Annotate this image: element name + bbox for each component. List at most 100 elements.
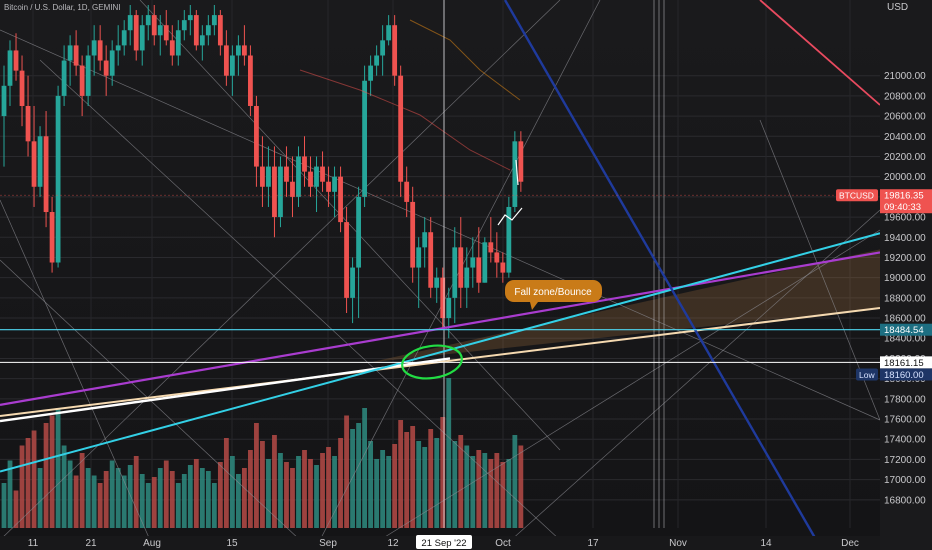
x-tick-label: Oct <box>495 538 511 549</box>
volume-bar <box>350 429 355 528</box>
volume-bar <box>338 438 343 528</box>
candle-body <box>404 181 410 202</box>
volume-bar <box>272 435 277 528</box>
candle-body <box>488 242 494 253</box>
volume-bar <box>398 420 404 528</box>
candle-body <box>31 141 37 187</box>
price-chart[interactable]: Fall zone/Bounce 16800.00 17000.00 17200.00… <box>0 0 932 550</box>
volume-bar <box>434 438 440 528</box>
candle-body <box>109 50 115 76</box>
currency-label: USD <box>887 2 908 13</box>
volume-bar <box>308 459 313 528</box>
candle-body <box>248 55 253 106</box>
volume-bar <box>512 435 518 528</box>
candle-body <box>410 201 416 268</box>
volume-bar <box>380 450 386 528</box>
x-tick-label: 12 <box>387 538 399 549</box>
x-tick-label: Nov <box>669 538 687 549</box>
volume-bar <box>458 435 464 528</box>
volume-bar <box>296 456 301 528</box>
volume-bar <box>199 468 205 528</box>
volume-bar <box>284 462 289 528</box>
candle-body <box>428 232 434 288</box>
candle-body <box>169 40 175 56</box>
candle-body <box>55 95 61 263</box>
candle-body <box>362 80 367 197</box>
candle-body <box>175 30 181 56</box>
candle-body <box>314 166 319 187</box>
y-tick-label: 16800.00 <box>884 495 926 506</box>
volume-bar <box>91 475 97 528</box>
candle-body <box>19 70 25 106</box>
volume-bar <box>320 453 325 528</box>
volume-bar <box>506 459 512 528</box>
volume-bar <box>278 453 283 528</box>
candle-body <box>302 156 307 172</box>
candle-body <box>211 15 217 26</box>
volume-bar <box>13 490 19 528</box>
candle-body <box>103 60 109 76</box>
volume-bar <box>139 474 145 528</box>
y-tick-label: 18800.00 <box>884 293 926 304</box>
x-tick-label: 21 Sep '22 <box>421 538 466 549</box>
x-tick-label: Sep <box>319 538 337 549</box>
volume-bar <box>332 456 337 528</box>
y-tick-label: 20200.00 <box>884 152 926 163</box>
chart-root[interactable]: Fall zone/Bounce 16800.00 17000.00 17200.00… <box>0 0 932 550</box>
volume-bar <box>464 445 470 528</box>
volume-bar <box>97 483 103 528</box>
volume-bar <box>31 430 37 528</box>
volume-bar <box>404 432 410 528</box>
candle-body <box>320 166 325 182</box>
volume-bar <box>362 408 367 528</box>
candle-body <box>332 176 337 192</box>
volume-bar <box>422 447 428 528</box>
candle-body <box>494 252 500 263</box>
candle-body <box>260 166 265 187</box>
candle-body <box>85 55 91 96</box>
volume-bar <box>121 475 127 528</box>
volume-bar <box>115 468 121 528</box>
candle-body <box>278 166 283 218</box>
candle-body <box>284 166 289 182</box>
candle-countdown: 09:40:33 <box>884 202 921 213</box>
candle-body <box>374 55 380 66</box>
low-price-value: 18160.00 <box>884 370 924 381</box>
trendline-purple <box>0 251 881 406</box>
y-tick-label: 19400.00 <box>884 233 926 244</box>
candle-body <box>290 181 295 197</box>
candle-body <box>7 50 13 86</box>
volume-bar <box>266 459 271 528</box>
candle-body <box>127 15 133 31</box>
x-tick-label: Aug <box>143 538 161 549</box>
candle-body <box>476 257 482 283</box>
candle-body <box>470 257 476 268</box>
volume-bar <box>392 444 398 528</box>
candle-body <box>266 166 271 187</box>
current-price-value: 19816.35 <box>884 191 924 202</box>
volume-bar <box>482 453 488 528</box>
cyan-price-value: 18484.54 <box>884 325 924 336</box>
y-tick-label: 21000.00 <box>884 71 926 82</box>
candle-body <box>217 15 223 46</box>
y-tick-label: 19600.00 <box>884 213 926 224</box>
volume-bar <box>151 477 157 528</box>
y-tick-label: 18600.00 <box>884 314 926 325</box>
volume-bar <box>133 456 139 528</box>
x-tick-label: Dec <box>841 538 859 549</box>
candle-body <box>139 25 145 51</box>
annotation-bubble-tail <box>530 302 538 310</box>
volume-bar <box>260 441 265 528</box>
candle-body <box>235 45 241 56</box>
y-tick-label: 20000.00 <box>884 172 926 183</box>
volume-bar <box>410 426 416 528</box>
candle-body <box>199 35 205 46</box>
volume-bar <box>55 408 61 528</box>
white-price-value: 18161.15 <box>884 358 924 369</box>
candle-body <box>500 262 506 273</box>
volume-bar <box>368 441 374 528</box>
volume-bar <box>217 462 223 528</box>
y-tick-label: 17600.00 <box>884 415 926 426</box>
y-tick-label: 20800.00 <box>884 91 926 102</box>
candle-body <box>518 141 524 182</box>
